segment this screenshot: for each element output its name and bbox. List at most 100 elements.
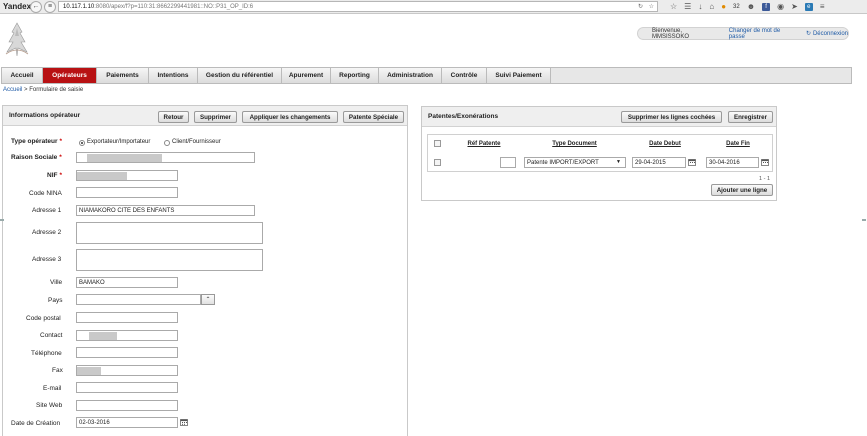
column-header-fin[interactable]: Date Fin bbox=[722, 141, 754, 147]
patentes-table: Réf Patente Type Document Date Debut Dat… bbox=[427, 134, 773, 172]
breadcrumb-home[interactable]: Accueil bbox=[3, 87, 22, 93]
fax-label: Fax bbox=[52, 367, 63, 374]
logout-link[interactable]: Déconnexion bbox=[813, 31, 848, 37]
adresse1-label: Adresse 1 bbox=[32, 207, 62, 214]
special-patent-button[interactable]: Patente Spéciale bbox=[343, 111, 404, 123]
adresse2-label: Adresse 2 bbox=[32, 229, 62, 236]
tab-gestion-referentiel[interactable]: Gestion du référentiel bbox=[198, 68, 282, 83]
telephone-input[interactable] bbox=[76, 347, 178, 358]
tab-suivi-paiement[interactable]: Suivi Paiement bbox=[487, 68, 551, 83]
type-exportateur-radio[interactable] bbox=[79, 140, 85, 146]
date-creation-input[interactable]: 02-03-2016 bbox=[76, 417, 178, 428]
bookmark-star-icon[interactable]: ☆ bbox=[649, 3, 654, 10]
extension-badge-icon[interactable]: ● bbox=[721, 2, 726, 11]
adresse2-textarea[interactable] bbox=[76, 222, 263, 244]
browser-brand: Yandex bbox=[3, 2, 32, 11]
email-input[interactable] bbox=[76, 382, 178, 393]
fax-input[interactable] bbox=[76, 365, 178, 376]
url-host: 10.117.1.10 bbox=[63, 3, 95, 10]
browser-extension-icons: ☆ ☰ ↓ ⌂ ● 32 ☻ f ◉ ➤ e ≡ bbox=[670, 2, 825, 11]
logout-icon[interactable]: ↻ bbox=[806, 30, 811, 37]
code-postal-input[interactable] bbox=[76, 312, 178, 323]
pays-dropdown-button[interactable]: ⌃ bbox=[201, 294, 215, 305]
code-nina-input[interactable] bbox=[76, 187, 178, 198]
row-checkbox[interactable] bbox=[434, 159, 441, 166]
chat-icon[interactable]: ◉ bbox=[777, 2, 784, 11]
main-menu: Accueil Opérateurs Paiements Intentions … bbox=[1, 67, 852, 84]
date-debut-input[interactable]: 29-04-2015 bbox=[632, 157, 686, 168]
code-postal-label: Code postal bbox=[26, 315, 61, 322]
home-icon[interactable]: ⌂ bbox=[709, 2, 714, 11]
type-client-label: Client/Fournisseur bbox=[172, 139, 221, 145]
nif-input[interactable] bbox=[76, 170, 178, 181]
ref-patente-input[interactable] bbox=[500, 157, 516, 168]
calendar-icon[interactable] bbox=[688, 158, 696, 166]
back-arrow-icon[interactable]: ← bbox=[30, 0, 42, 13]
adresse1-input[interactable]: NIAMAKORO CITE DES ENFANTS bbox=[76, 205, 255, 216]
site-web-input[interactable] bbox=[76, 400, 178, 411]
delete-checked-rows-button[interactable]: Supprimer les lignes cochées bbox=[621, 111, 722, 123]
column-header-debut[interactable]: Date Debut bbox=[646, 141, 684, 147]
pays-select[interactable] bbox=[76, 294, 201, 305]
apply-changes-button[interactable]: Appliquer les changements bbox=[242, 111, 338, 123]
save-button[interactable]: Enregistrer bbox=[728, 111, 773, 123]
reading-list-icon[interactable]: ☰ bbox=[684, 2, 691, 11]
tab-controle[interactable]: Contrôle bbox=[442, 68, 487, 83]
type-document-value: Patente IMPORT/EXPORT bbox=[527, 159, 599, 166]
contact-input[interactable] bbox=[76, 330, 178, 341]
change-password-link[interactable]: Changer de mot de passe bbox=[729, 28, 797, 40]
page-edge-marker bbox=[862, 219, 866, 221]
share-icon[interactable]: ➤ bbox=[791, 2, 798, 11]
tab-apurement[interactable]: Apurement bbox=[282, 68, 331, 83]
ville-label: Ville bbox=[50, 279, 63, 286]
calendar-icon[interactable] bbox=[761, 158, 769, 166]
patentes-panel: Patentes/Exonérations Supprimer les lign… bbox=[421, 106, 777, 201]
facebook-icon[interactable]: f bbox=[762, 2, 771, 11]
browser-menu-icon[interactable]: ≡ bbox=[820, 2, 825, 11]
adresse3-textarea[interactable] bbox=[76, 249, 263, 271]
raison-sociale-input[interactable] bbox=[76, 152, 255, 163]
breadcrumb: Accueil > Formulaire de saisie bbox=[3, 87, 83, 93]
redacted-value bbox=[87, 154, 162, 162]
menu-lines-icon[interactable]: ≡ bbox=[44, 0, 56, 13]
url-path: :8080/apex/f?p=110:31:8662299441981::NO:… bbox=[94, 3, 254, 10]
date-fin-input[interactable]: 30-04-2016 bbox=[706, 157, 759, 168]
extension-e-icon[interactable]: e bbox=[804, 2, 813, 11]
download-icon[interactable]: ↓ bbox=[698, 2, 702, 11]
type-document-select[interactable]: Patente IMPORT/EXPORT ▼ bbox=[524, 157, 626, 168]
welcome-text: Bienvenue, MMSISSOKO bbox=[652, 27, 690, 40]
type-operator-label: Type opérateur * bbox=[11, 138, 63, 145]
code-nina-label: Code NINA bbox=[29, 190, 62, 197]
type-client-radio[interactable] bbox=[164, 140, 170, 146]
patentes-panel-header: Patentes/Exonérations Supprimer les lign… bbox=[422, 107, 776, 127]
bookmark-star-icon[interactable]: ☆ bbox=[670, 2, 677, 11]
email-label: E-mail bbox=[43, 385, 62, 392]
back-button[interactable]: Retour bbox=[158, 111, 189, 123]
select-all-checkbox[interactable] bbox=[434, 140, 441, 147]
column-header-type[interactable]: Type Document bbox=[547, 141, 602, 147]
contact-label: Contact bbox=[40, 332, 63, 339]
column-header-ref[interactable]: Réf Patente bbox=[466, 141, 502, 147]
adresse3-label: Adresse 3 bbox=[32, 256, 62, 263]
pagination-text: 1 - 1 bbox=[759, 176, 771, 182]
chevron-down-icon: ▼ bbox=[616, 159, 621, 165]
tab-reporting[interactable]: Reporting bbox=[331, 68, 379, 83]
raison-sociale-label: Raison Sociale * bbox=[11, 154, 62, 161]
profile-icon[interactable]: ☻ bbox=[747, 2, 755, 11]
ville-input[interactable]: BAMAKO bbox=[76, 277, 178, 288]
tab-administration[interactable]: Administration bbox=[379, 68, 442, 83]
user-bar: Bienvenue, MMSISSOKO Changer de mot de p… bbox=[637, 27, 849, 40]
tab-accueil[interactable]: Accueil bbox=[2, 68, 43, 83]
redacted-value bbox=[89, 332, 117, 340]
tab-paiements[interactable]: Paiements bbox=[97, 68, 149, 83]
reload-icon[interactable]: ↻ bbox=[638, 3, 643, 10]
tab-operateurs[interactable]: Opérateurs bbox=[43, 68, 97, 83]
tab-intentions[interactable]: Intentions bbox=[149, 68, 198, 83]
badge-count: 32 bbox=[733, 3, 740, 10]
delete-button[interactable]: Supprimer bbox=[194, 111, 237, 123]
address-bar[interactable]: 10.117.1.10:8080/apex/f?p=110:31:8662299… bbox=[58, 1, 658, 12]
add-row-button[interactable]: Ajouter une ligne bbox=[711, 184, 773, 196]
calendar-icon[interactable] bbox=[180, 418, 188, 426]
breadcrumb-separator: > bbox=[24, 87, 28, 93]
page-edge-marker bbox=[0, 219, 4, 221]
